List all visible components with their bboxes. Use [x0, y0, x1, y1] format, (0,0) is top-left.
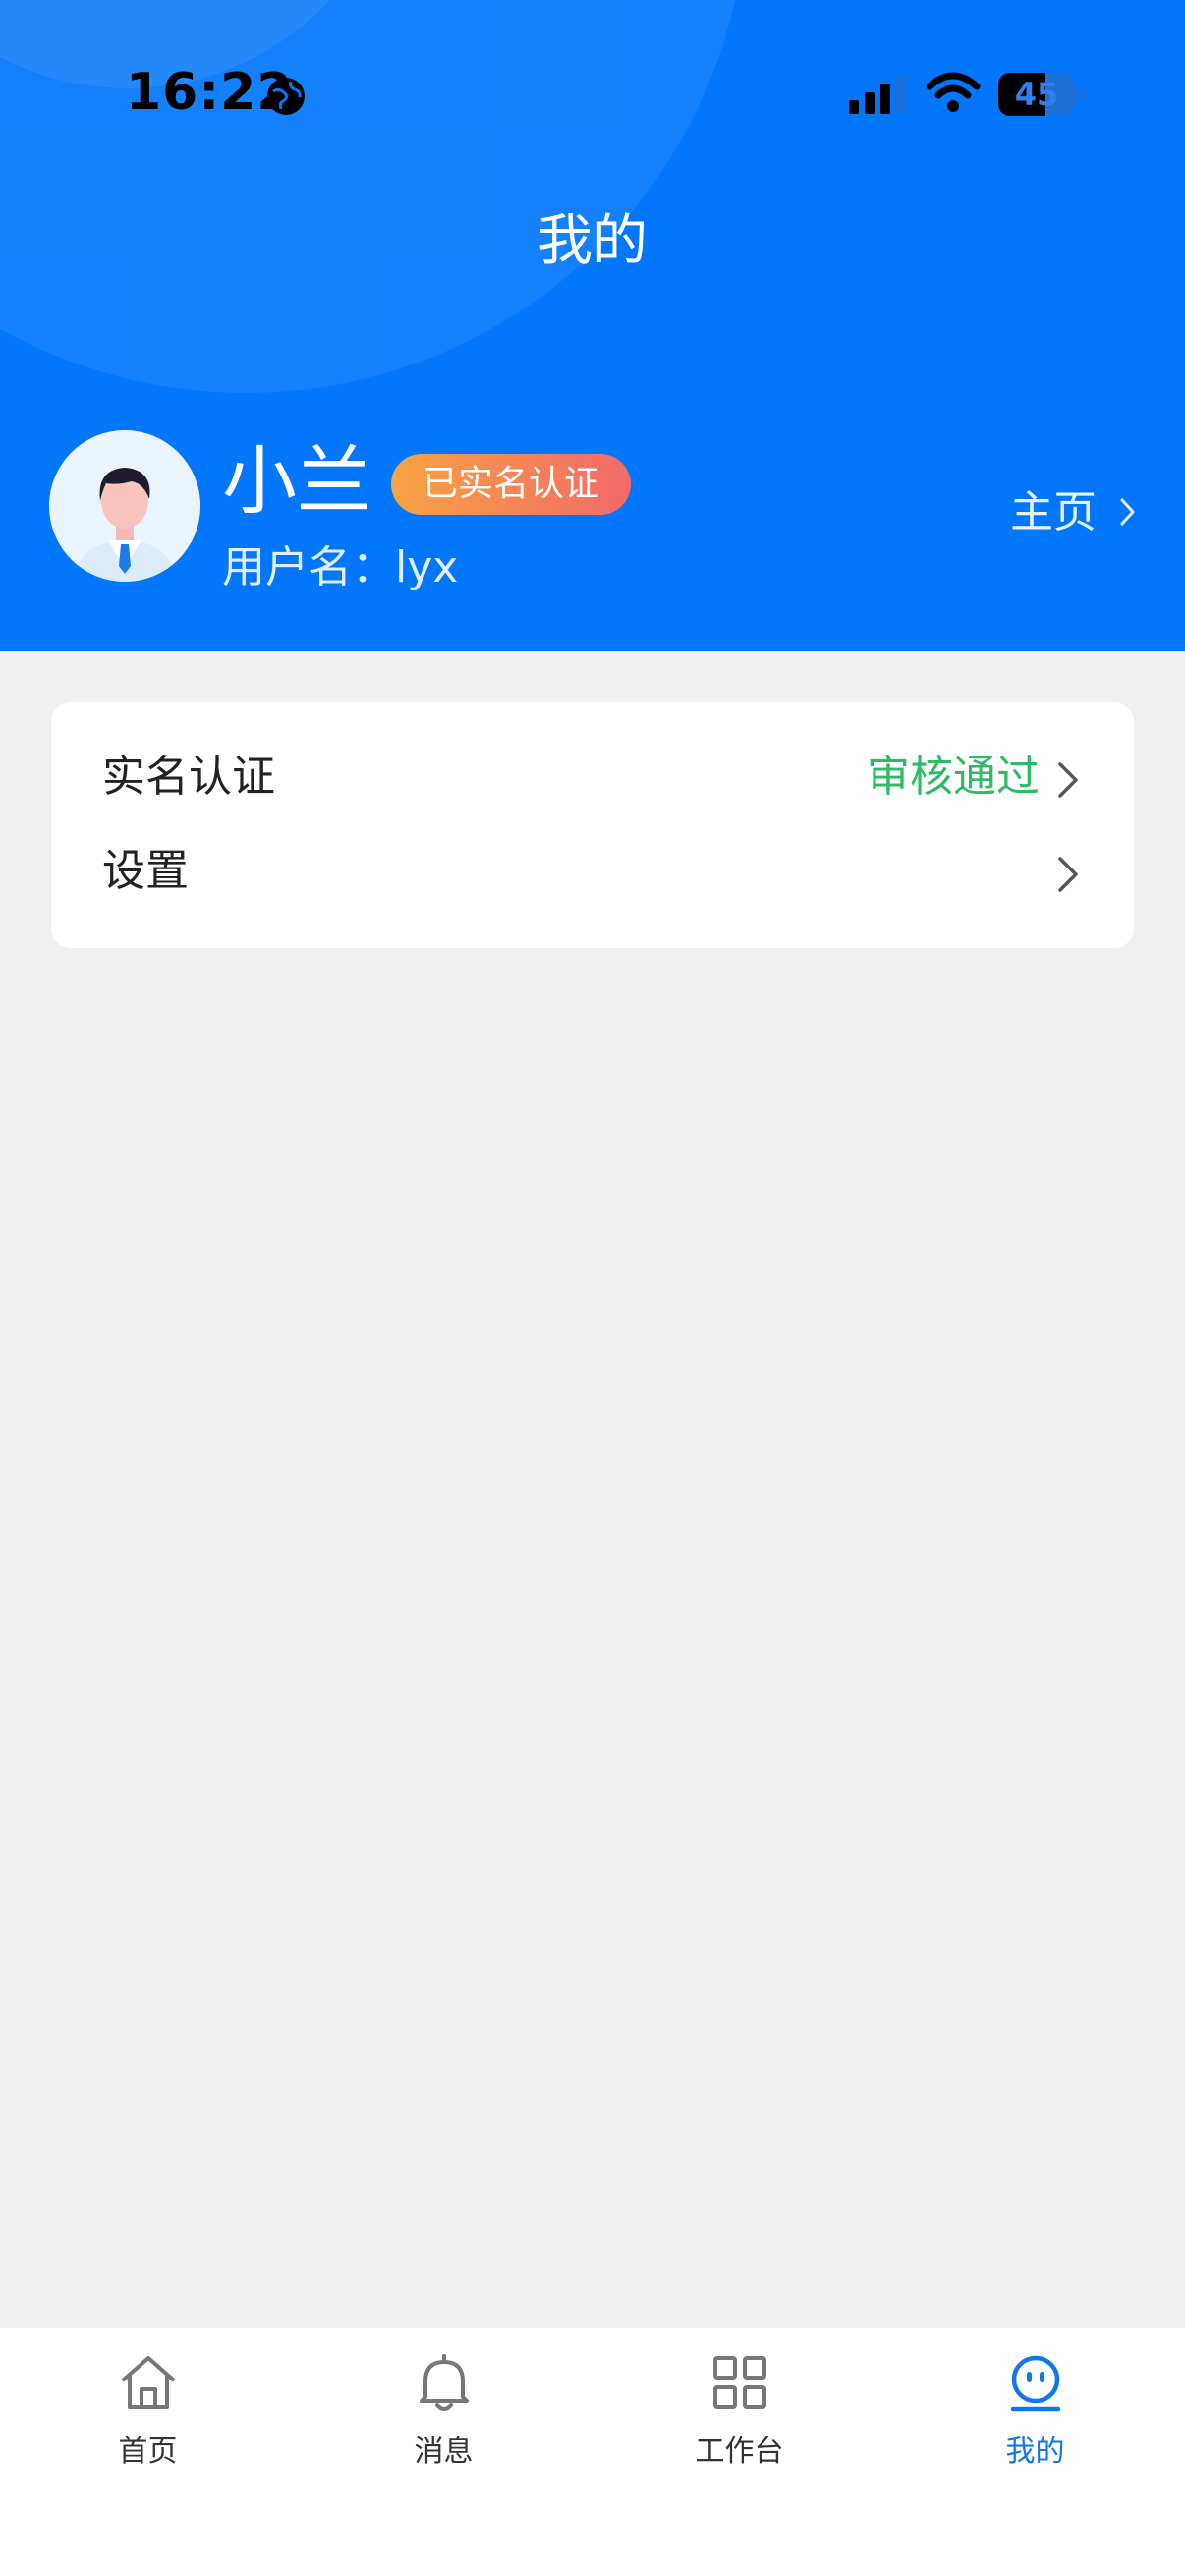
- tab-label: 消息: [414, 2435, 474, 2469]
- tab-home[interactable]: 首页: [0, 2328, 296, 2486]
- verification-status: 审核通过: [867, 752, 1040, 802]
- chevron-right-icon: [1058, 762, 1078, 798]
- avatar-image: [49, 430, 200, 582]
- menu-item-label: 设置: [102, 846, 189, 896]
- grid-icon: [713, 2356, 766, 2409]
- chevron-right-icon: [1058, 857, 1078, 892]
- menu-card: 实名认证 审核通过 设置: [51, 702, 1134, 948]
- menu-item-label: 实名认证: [102, 752, 275, 802]
- tab-workbench[interactable]: 工作台: [592, 2328, 887, 2486]
- tab-messages[interactable]: 消息: [296, 2328, 592, 2486]
- username-label: 用户名：: [222, 542, 395, 592]
- menu-item-real-name-verification[interactable]: 实名认证 审核通过: [51, 730, 1134, 824]
- bell-icon: [420, 2354, 469, 2411]
- battery-icon: 45: [998, 73, 1085, 116]
- page-title: 我的: [537, 209, 648, 273]
- verified-badge: 已实名认证: [391, 454, 631, 515]
- avatar[interactable]: [49, 430, 200, 582]
- username-line: 用户名：lyx: [222, 538, 458, 597]
- home-link-label: 主页: [1010, 487, 1097, 537]
- battery-level: 45: [1014, 76, 1059, 113]
- bottom-tab-bar: 首页 消息 工作台 我的: [0, 2328, 1185, 2576]
- tab-mine[interactable]: 我的: [887, 2328, 1183, 2486]
- user-name: 小兰: [222, 437, 371, 525]
- menu-item-settings[interactable]: 设置: [51, 824, 1134, 919]
- status-bar: 16:22 45: [0, 0, 1185, 187]
- profile-header: 16:22 45 我的 小兰 已实名认证 用户名：lyx 主页: [0, 0, 1185, 651]
- home-page-link[interactable]: 主页: [1010, 483, 1138, 542]
- tab-label: 工作台: [695, 2435, 784, 2469]
- username-value: lyx: [395, 542, 459, 592]
- globe-icon: [267, 78, 305, 115]
- wifi-icon: [926, 72, 981, 112]
- tab-label: 我的: [1005, 2435, 1065, 2469]
- profile-icon: [1010, 2355, 1061, 2412]
- home-icon: [122, 2356, 175, 2409]
- cellular-signal-icon: [849, 75, 906, 114]
- chevron-right-icon: [1120, 498, 1135, 526]
- tab-label: 首页: [118, 2435, 178, 2469]
